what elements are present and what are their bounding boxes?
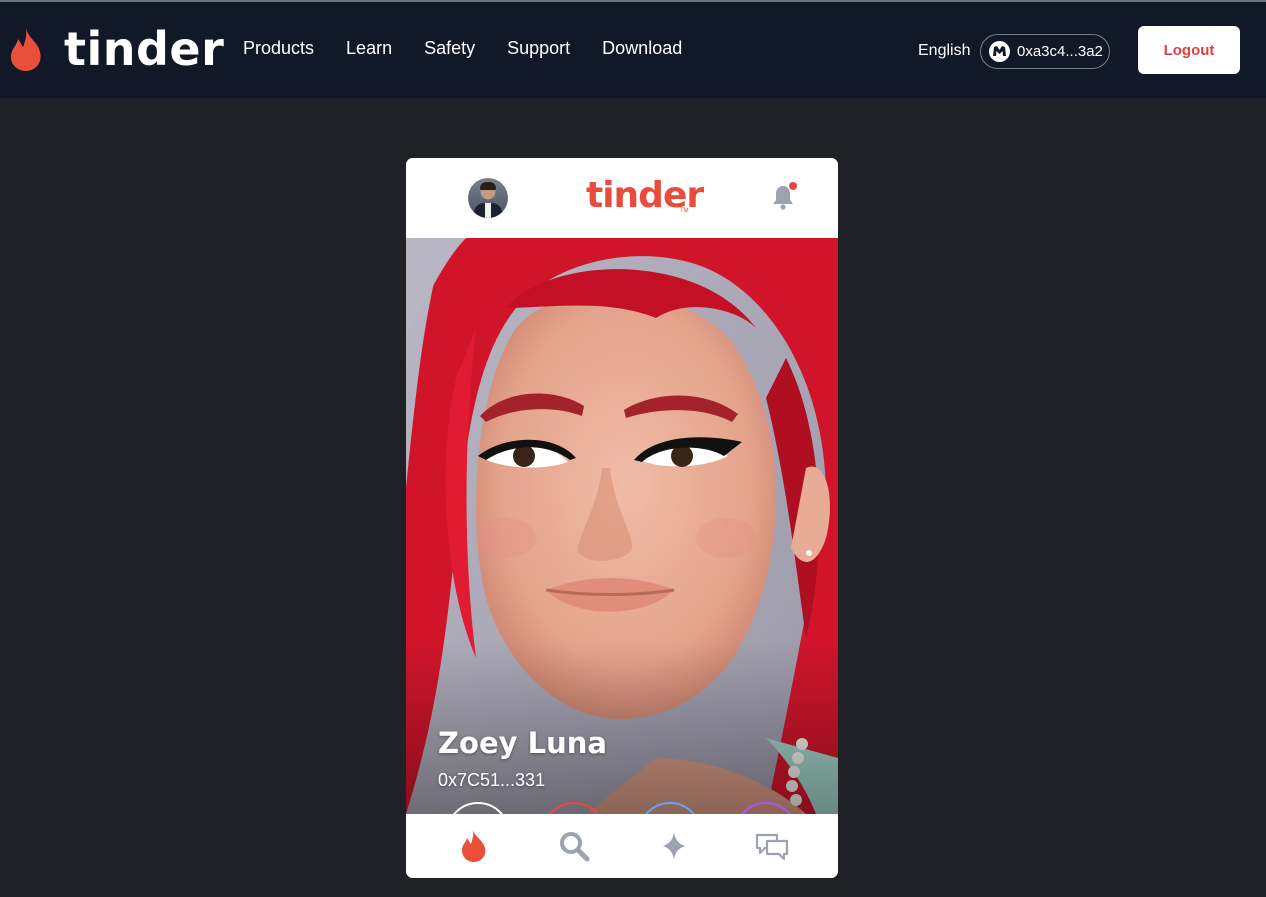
chat-bubbles-icon	[755, 833, 789, 860]
brand-logo[interactable]: tinder	[8, 26, 224, 72]
wallet-address: 0xa3c4...3a2	[1017, 43, 1103, 60]
trademark-mark: TM	[680, 208, 689, 214]
tab-gold[interactable]	[656, 828, 692, 864]
wallet-address-button[interactable]: 0xa3c4...3a2	[980, 34, 1110, 69]
profile-name: Zoey Luna	[438, 726, 607, 760]
logout-button[interactable]: Logout	[1138, 26, 1240, 74]
tab-explore[interactable]	[556, 828, 592, 864]
nav-link-support[interactable]: Support	[507, 38, 570, 59]
brand-name: tinder	[64, 22, 225, 76]
tab-home[interactable]	[456, 828, 492, 864]
nav-link-products[interactable]: Products	[243, 38, 314, 59]
card-header: tinder TM	[406, 158, 838, 238]
wallet-logo-icon	[989, 41, 1010, 62]
profile-photo[interactable]: Zoey Luna 0x7C51...331	[406, 238, 838, 814]
search-icon	[560, 832, 590, 862]
flame-icon	[462, 830, 486, 862]
nav-link-download[interactable]: Download	[602, 38, 682, 59]
notification-dot	[789, 182, 797, 190]
nav-link-learn[interactable]: Learn	[346, 38, 392, 59]
swipe-card-app: tinder TM Zoey Luna 0x7C51...331	[406, 158, 838, 878]
nav-link-safety[interactable]: Safety	[424, 38, 475, 59]
tab-messages[interactable]	[754, 828, 790, 864]
main-nav: Products Learn Safety Support Download	[243, 38, 682, 59]
profile-wallet-address: 0x7C51...331	[438, 770, 546, 790]
top-navbar: tinder Products Learn Safety Support Dow…	[0, 2, 1266, 98]
avatar[interactable]	[468, 178, 508, 218]
language-selector[interactable]: English	[918, 42, 970, 60]
bottom-tab-bar	[406, 814, 838, 878]
flame-icon	[10, 28, 41, 71]
diamond-icon	[663, 832, 685, 860]
